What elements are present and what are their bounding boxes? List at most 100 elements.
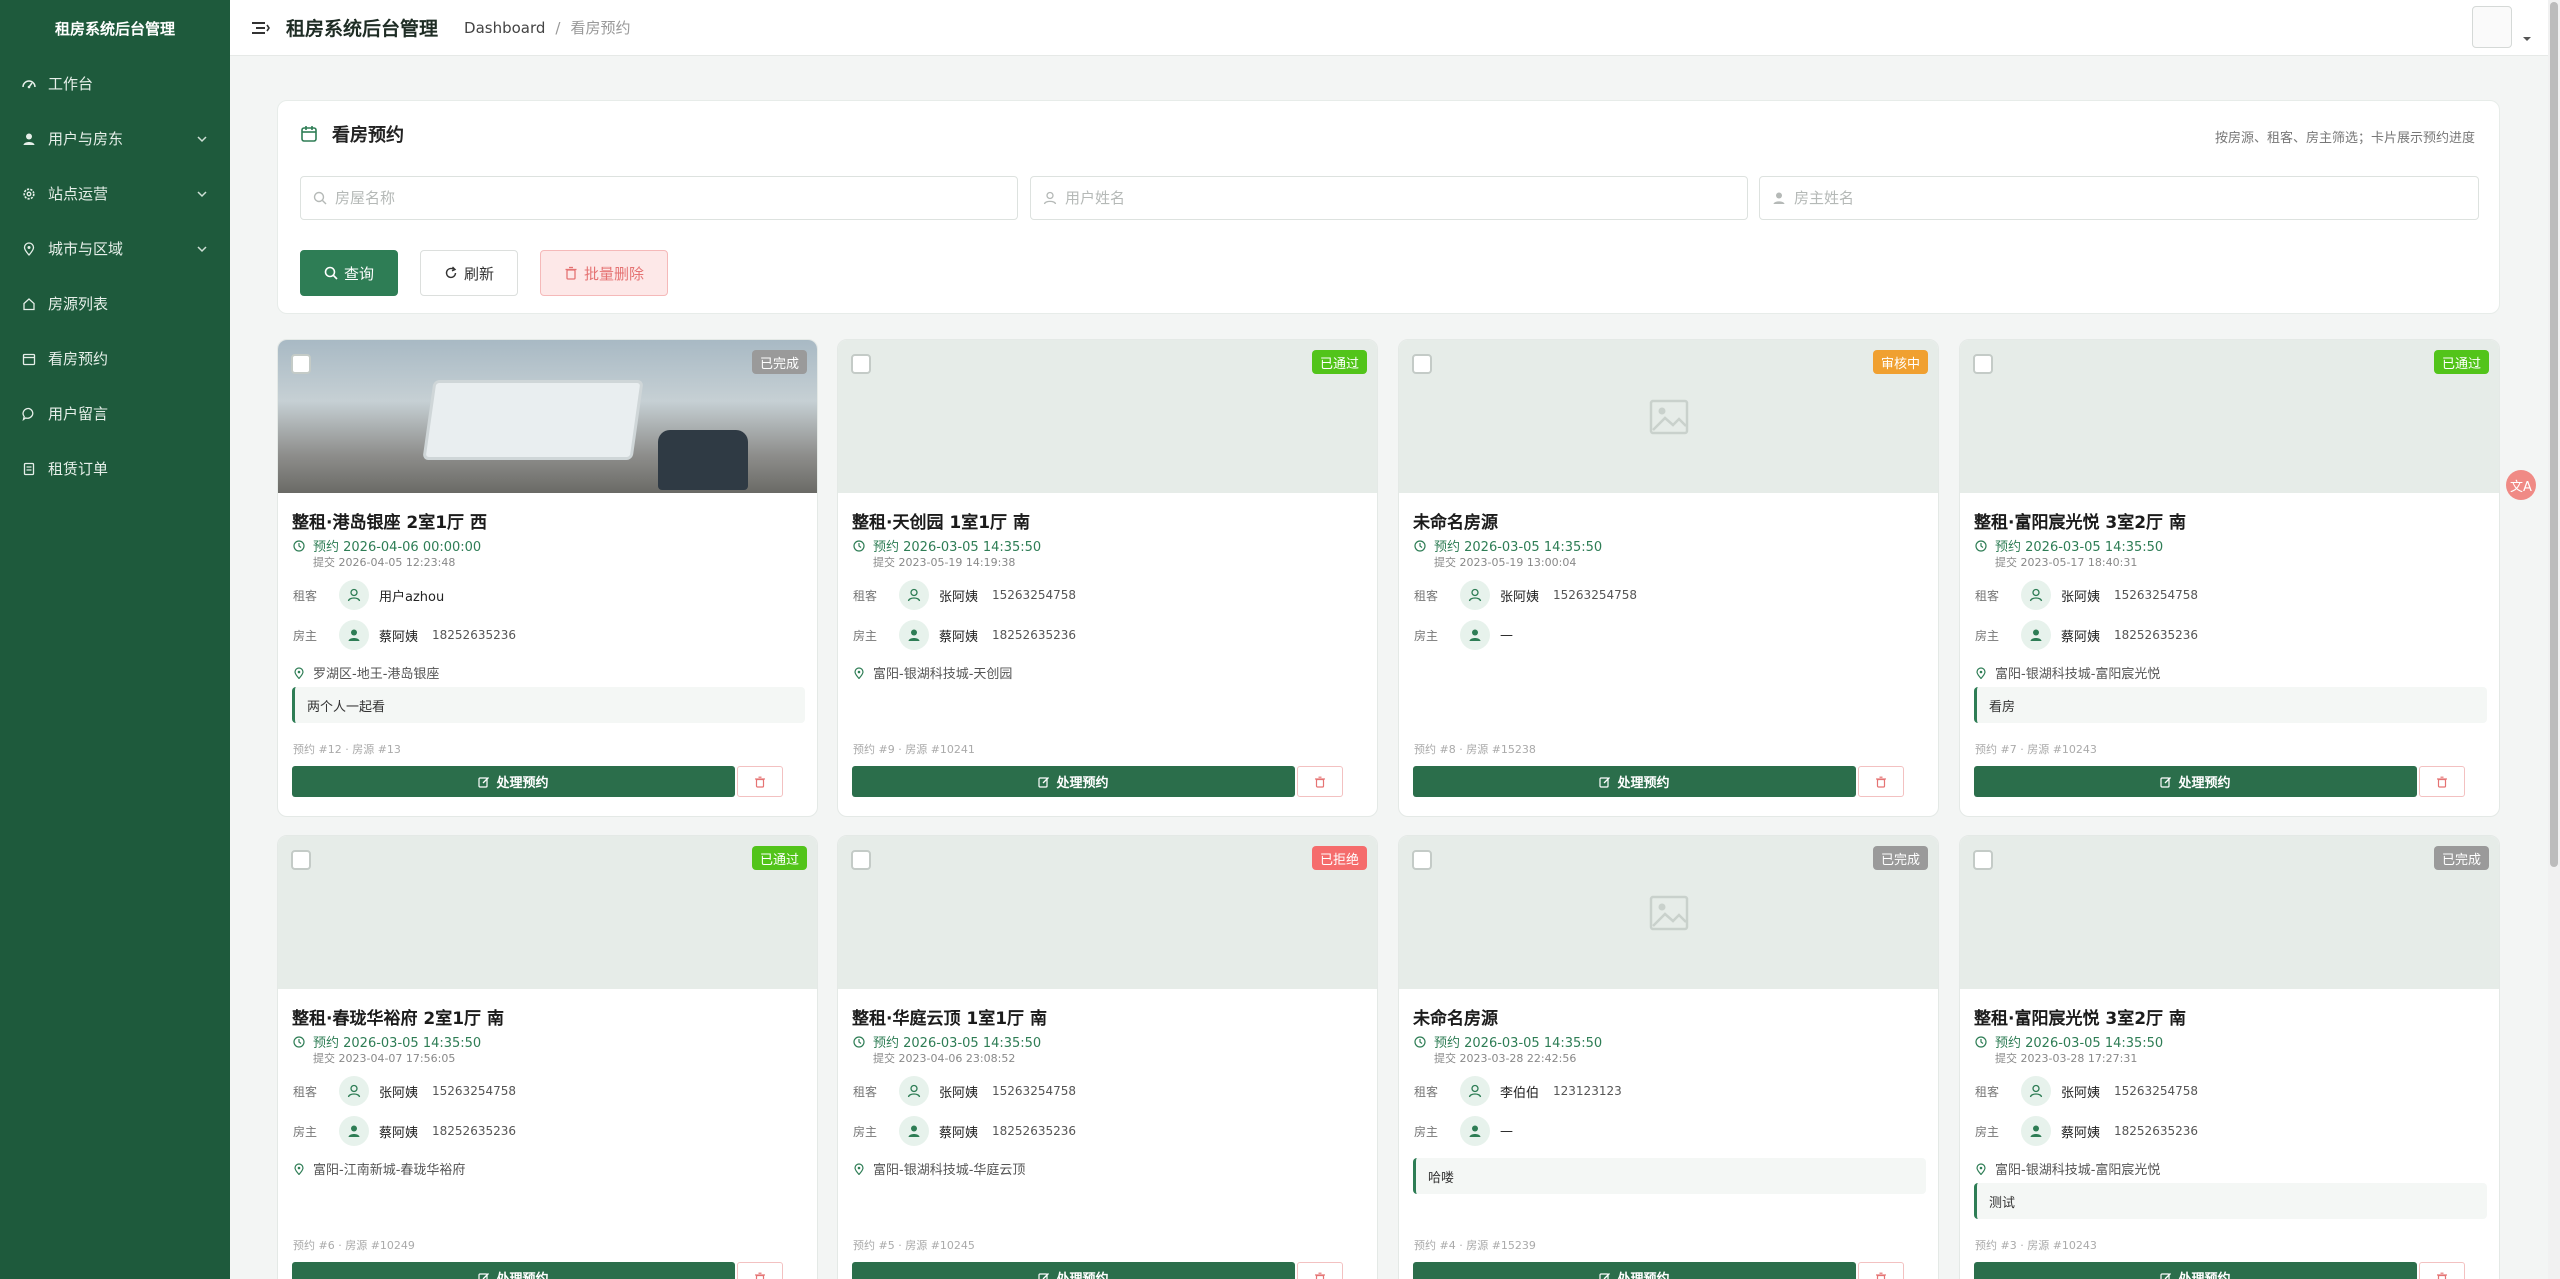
- tenant-phone: 15263254758: [992, 1084, 1076, 1098]
- sidebar-item-2[interactable]: 站点运营: [0, 166, 230, 221]
- user-avatar[interactable]: [2472, 6, 2512, 48]
- delete-card-button[interactable]: [2419, 1262, 2465, 1279]
- clock-icon: [293, 539, 305, 552]
- owner-name-input[interactable]: [1794, 189, 2430, 207]
- status-badge: 审核中: [1872, 350, 1928, 374]
- breadcrumb-separator: /: [555, 18, 561, 37]
- edit-icon: [1599, 776, 1611, 788]
- scrollbar-thumb[interactable]: [2550, 2, 2558, 867]
- submit-time: 提交 2023-03-28 22:42:56: [1434, 1052, 1577, 1065]
- user-name-input[interactable]: [1065, 189, 1699, 207]
- appointment-card[interactable]: 审核中 未命名房源 预约 2026-03-05 14:35:50 提交 2023-05…: [1398, 339, 1939, 817]
- handle-appointment-button[interactable]: 处理预约: [852, 1262, 1295, 1279]
- tenant-name: 张阿姨: [939, 589, 979, 605]
- top-header: 租房系统后台管理 Dashboard / 看房预约: [230, 0, 2560, 56]
- address-text: 富阳-银湖科技城-富阳宸光悦: [1995, 1163, 2161, 1178]
- house-image-empty[interactable]: [838, 836, 1377, 989]
- breadcrumb-dashboard[interactable]: Dashboard: [464, 19, 545, 37]
- user-icon: [22, 132, 36, 146]
- tenant-avatar-icon: [2021, 580, 2051, 610]
- owner-phone: 18252635236: [432, 628, 516, 642]
- card-checkbox[interactable]: [851, 850, 871, 870]
- appointment-time: 预约 2026-04-06 00:00:00: [293, 536, 481, 555]
- handle-appointment-button[interactable]: 处理预约: [1413, 766, 1856, 797]
- card-checkbox[interactable]: [1973, 354, 1993, 374]
- handle-appointment-button[interactable]: 处理预约: [852, 766, 1295, 797]
- appointment-note: 两个人一起看: [292, 687, 805, 723]
- appointment-card[interactable]: 已完成 整租·富阳宸光悦 3室2厅 南预约 2026-03-05 14:35:50…: [1959, 835, 2500, 1279]
- tenant-label: 租客: [293, 588, 318, 603]
- handle-appointment-button[interactable]: 处理预约: [1413, 1262, 1856, 1279]
- appointment-card[interactable]: 已完成 整租·港岛银座 2室1厅 西预约 2026-04-06 00:00:00 提…: [277, 339, 818, 817]
- sidebar-item-1[interactable]: 用户与房东: [0, 111, 230, 166]
- delete-card-button[interactable]: [1858, 1262, 1904, 1279]
- location-icon: [22, 241, 36, 256]
- delete-card-button[interactable]: [1297, 766, 1343, 797]
- sidebar-item-3[interactable]: 城市与区域: [0, 221, 230, 276]
- delete-card-button[interactable]: [1297, 1262, 1343, 1279]
- refresh-button[interactable]: 刷新: [420, 250, 518, 296]
- handle-appointment-label: 处理预约: [2178, 776, 2231, 791]
- handle-appointment-button[interactable]: 处理预约: [1974, 1262, 2417, 1279]
- caret-down-icon[interactable]: [2522, 34, 2532, 44]
- delete-card-button[interactable]: [1858, 766, 1904, 797]
- sidebar-item-0[interactable]: 工作台: [0, 56, 230, 111]
- house-photo[interactable]: [278, 340, 817, 493]
- sidebar-item-7[interactable]: 租赁订单: [0, 441, 230, 496]
- house-image-empty[interactable]: [838, 340, 1377, 493]
- translate-float-button[interactable]: 文A: [2506, 470, 2536, 500]
- handle-appointment-label: 处理预约: [1617, 776, 1670, 791]
- submit-time: 提交 2023-05-17 18:40:31: [1995, 556, 2138, 569]
- card-checkbox[interactable]: [1973, 850, 1993, 870]
- status-badge: 已完成: [2433, 846, 2489, 870]
- submit-time: 提交 2023-04-07 17:56:05: [313, 1052, 456, 1065]
- appointment-card[interactable]: 已通过 整租·富阳宸光悦 3室2厅 南预约 2026-03-05 14:35:50…: [1959, 339, 2500, 817]
- handle-appointment-button[interactable]: 处理预约: [292, 766, 735, 797]
- card-checkbox[interactable]: [1412, 354, 1432, 374]
- clock-icon: [1414, 1035, 1426, 1048]
- house-image-placeholder[interactable]: [1399, 340, 1938, 493]
- message-icon: [22, 407, 36, 421]
- card-checkbox[interactable]: [1412, 850, 1432, 870]
- owner-name-search[interactable]: [1759, 176, 2479, 220]
- house-image-placeholder[interactable]: [1399, 836, 1938, 989]
- house-image-empty[interactable]: [278, 836, 817, 989]
- handle-appointment-button[interactable]: 处理预约: [1974, 766, 2417, 797]
- appointment-card[interactable]: 已通过 整租·天创园 1室1厅 南预约 2026-03-05 14:35:50 提交…: [837, 339, 1378, 817]
- sidebar-item-6[interactable]: 用户留言: [0, 386, 230, 441]
- owner-phone: 18252635236: [2114, 628, 2198, 642]
- delete-card-button[interactable]: [737, 766, 783, 797]
- page-scrollbar[interactable]: [2548, 0, 2560, 1279]
- house-image-empty[interactable]: [1960, 340, 2499, 493]
- location-icon: [294, 1162, 304, 1175]
- appointment-card[interactable]: 已通过 整租·春珑华裕府 2室1厅 南预约 2026-03-05 14:35:50…: [277, 835, 818, 1279]
- house-name-input[interactable]: [335, 189, 969, 207]
- delete-card-button[interactable]: [2419, 766, 2465, 797]
- address-row: 富阳-江南新城-春珑华裕府: [293, 1159, 465, 1178]
- address-text: 富阳-银湖科技城-天创园: [873, 667, 1013, 682]
- house-name-search[interactable]: [300, 176, 1018, 220]
- sidebar-item-5[interactable]: 看房预约: [0, 331, 230, 386]
- owner-row: 房主 —: [1414, 1116, 1527, 1146]
- hamburger-menu-icon[interactable]: [250, 18, 270, 38]
- card-checkbox[interactable]: [291, 850, 311, 870]
- card-checkbox[interactable]: [291, 354, 311, 374]
- owner-phone: 18252635236: [992, 1124, 1076, 1138]
- owner-label: 房主: [293, 1124, 318, 1139]
- tenant-avatar-icon: [899, 1076, 929, 1106]
- batch-delete-button[interactable]: 批量删除: [540, 250, 668, 296]
- sidebar-item-4[interactable]: 房源列表: [0, 276, 230, 331]
- query-button[interactable]: 查询: [300, 250, 398, 296]
- delete-card-button[interactable]: [737, 1262, 783, 1279]
- location-icon: [294, 666, 304, 679]
- user-name-search[interactable]: [1030, 176, 1748, 220]
- appointment-time-text: 预约 2026-03-05 14:35:50: [1434, 1036, 1603, 1051]
- appointment-time: 预约 2026-03-05 14:35:50: [1975, 1032, 2163, 1051]
- house-image-empty[interactable]: [1960, 836, 2499, 989]
- clock-icon: [853, 1035, 865, 1048]
- submit-time: 提交 2023-03-28 17:27:31: [1995, 1052, 2138, 1065]
- appointment-card[interactable]: 已完成 未命名房源 预约 2026-03-05 14:35:50 提交 2023-03…: [1398, 835, 1939, 1279]
- handle-appointment-button[interactable]: 处理预约: [292, 1262, 735, 1279]
- appointment-card[interactable]: 已拒绝 整租·华庭云顶 1室1厅 南预约 2026-03-05 14:35:50 提…: [837, 835, 1378, 1279]
- card-checkbox[interactable]: [851, 354, 871, 374]
